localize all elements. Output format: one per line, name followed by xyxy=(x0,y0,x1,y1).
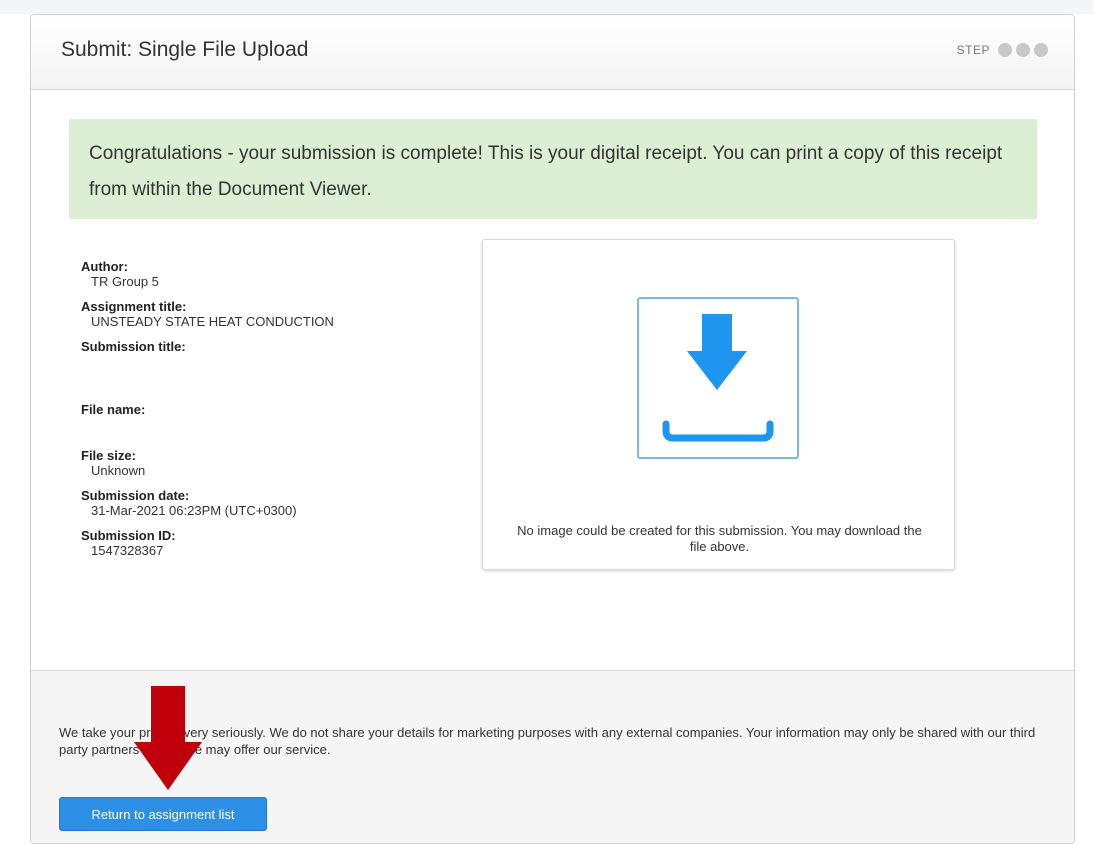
file-size-row: File size: Unknown xyxy=(81,448,461,478)
submission-id-label: Submission ID: xyxy=(81,528,176,543)
panel-footer: We take your privacy very seriously. We … xyxy=(31,670,1074,843)
submission-title-label: Submission title: xyxy=(81,339,186,354)
author-row: Author: TR Group 5 xyxy=(81,259,461,289)
author-label: Author: xyxy=(81,259,128,274)
submission-date-value: 31-Mar-2021 06:23PM (UTC+0300) xyxy=(91,503,297,518)
author-value: TR Group 5 xyxy=(91,274,159,289)
assignment-title-label: Assignment title: xyxy=(81,299,187,314)
assignment-title-row: Assignment title: UNSTEADY STATE HEAT CO… xyxy=(81,299,461,329)
privacy-notice: We take your privacy very seriously. We … xyxy=(59,725,1036,757)
step-label: STEP xyxy=(956,43,990,57)
step-dot-1 xyxy=(998,43,1012,57)
file-size-value: Unknown xyxy=(91,463,146,478)
download-icon xyxy=(662,314,774,442)
submission-title-row: Submission title: xyxy=(81,339,461,369)
submission-id-value: 1547328367 xyxy=(91,543,164,558)
success-alert: Congratulations - your submission is com… xyxy=(69,119,1037,219)
file-size-label: File size: xyxy=(81,448,136,463)
receipt-details: Author: TR Group 5 Assignment title: UNS… xyxy=(81,259,461,558)
file-name-value xyxy=(81,417,461,432)
return-to-assignment-list-button[interactable]: Return to assignment list xyxy=(59,797,267,831)
no-preview-message: No image could be created for this submi… xyxy=(517,523,922,554)
submission-id-row: Submission ID: 1547328367 xyxy=(81,528,461,558)
submission-date-row: Submission date: 31-Mar-2021 06:23PM (UT… xyxy=(81,488,461,518)
assignment-title-value: UNSTEADY STATE HEAT CONDUCTION xyxy=(91,314,334,329)
submission-title-value xyxy=(81,354,461,369)
step-dot-2 xyxy=(1016,43,1030,57)
file-name-row: File name: xyxy=(81,402,461,432)
panel-header: Submit: Single File Upload STEP xyxy=(31,15,1074,90)
page-background xyxy=(0,0,1093,14)
step-dot-3 xyxy=(1034,43,1048,57)
page-title: Submit: Single File Upload xyxy=(61,38,309,61)
file-name-label: File name: xyxy=(81,402,146,417)
submission-receipt-panel: Submit: Single File Upload STEP Congratu… xyxy=(30,14,1075,844)
download-file-button[interactable] xyxy=(637,297,799,459)
submission-preview-card: No image could be created for this submi… xyxy=(482,239,955,570)
submission-date-label: Submission date: xyxy=(81,488,190,503)
step-indicator: STEP xyxy=(957,43,1048,57)
